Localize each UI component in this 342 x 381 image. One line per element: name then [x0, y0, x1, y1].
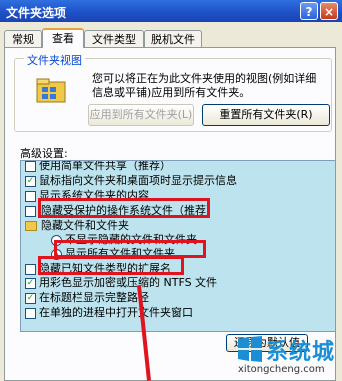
- list-item-label: 鼠标指向文件夹和桌面项时显示提示信息: [39, 174, 237, 187]
- folder-icon: [25, 221, 37, 231]
- advanced-settings-label: 高级设置:: [20, 147, 68, 160]
- tab-file-types[interactable]: 文件类型: [84, 30, 144, 47]
- close-button[interactable]: ×: [320, 2, 338, 20]
- checkbox[interactable]: ✓: [25, 278, 36, 289]
- list-item[interactable]: 在单独的进程中打开文件夹窗口: [25, 306, 193, 320]
- list-item[interactable]: ✓ 在标题栏显示完整路径: [25, 291, 149, 305]
- title-bar: 文件夹选项 ? ×: [0, 0, 342, 22]
- watermark-url: xitongcheng.com: [238, 364, 325, 375]
- checkbox[interactable]: ✓: [25, 293, 36, 304]
- list-item[interactable]: 使用简单文件共享（推荐）: [25, 160, 171, 173]
- checkbox[interactable]: ✓: [25, 176, 36, 187]
- highlight-box: [38, 198, 210, 218]
- list-item-label: 隐藏文件和文件夹: [41, 219, 129, 232]
- tab-strip: 常规 查看 文件类型 脱机文件: [0, 28, 342, 48]
- tab-view[interactable]: 查看: [42, 28, 84, 48]
- list-item-label: 用彩色显示加密或压缩的 NTFS 文件: [39, 276, 218, 289]
- apply-to-all-folders-button[interactable]: 应用到所有文件夹(L): [88, 104, 194, 126]
- folder-view-icon: [36, 78, 66, 103]
- reset-all-folders-button[interactable]: 重置所有文件夹(R): [202, 104, 330, 126]
- list-item: 隐藏文件和文件夹: [25, 219, 129, 233]
- tab-general[interactable]: 常规: [4, 30, 42, 47]
- tab-offline-files[interactable]: 脱机文件: [144, 30, 202, 47]
- help-button[interactable]: ?: [300, 2, 318, 20]
- list-item-label: 使用简单文件共享（推荐）: [39, 160, 171, 172]
- list-item[interactable]: ✓ 鼠标指向文件夹和桌面项时显示提示信息: [25, 174, 237, 188]
- folder-view-title: 文件夹视图: [24, 52, 85, 68]
- highlight-box: [38, 256, 184, 275]
- checkbox[interactable]: [25, 191, 36, 202]
- list-item-label: 在单独的进程中打开文件夹窗口: [39, 306, 193, 319]
- window-title: 文件夹选项: [6, 6, 67, 20]
- folder-view-description: 您可以将正在为此文件夹使用的视图(例如详细信息或平铺)应用到所有文件夹。: [92, 72, 317, 99]
- checkbox[interactable]: [25, 206, 36, 217]
- checkbox[interactable]: [25, 308, 36, 319]
- watermark-brand: 系统城: [266, 340, 336, 365]
- list-item-label: 在标题栏显示完整路径: [39, 291, 149, 304]
- checkbox[interactable]: [25, 161, 36, 172]
- brand-logo-icon: [238, 336, 262, 362]
- list-item[interactable]: ✓ 用彩色显示加密或压缩的 NTFS 文件: [25, 276, 218, 290]
- checkbox[interactable]: [25, 264, 36, 275]
